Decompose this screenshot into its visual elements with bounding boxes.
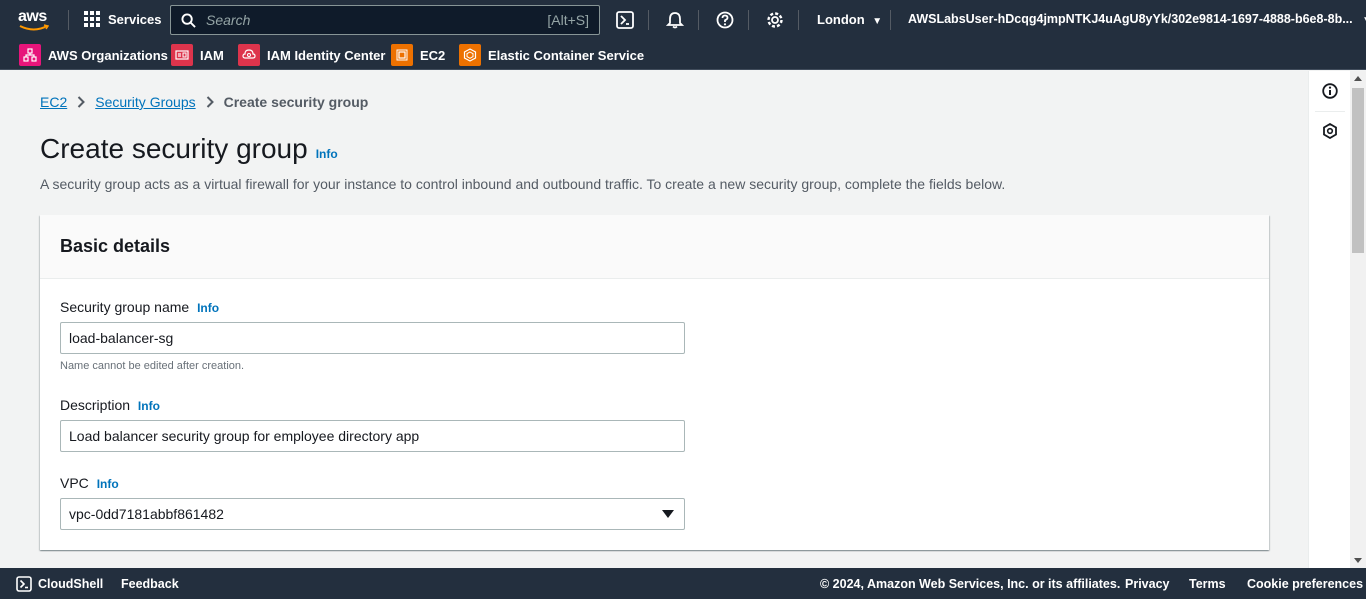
panel-title: Basic details	[60, 236, 171, 256]
field-label-text: VPC	[60, 475, 89, 491]
favorite-iam[interactable]: IAM	[171, 43, 224, 67]
region-label: London	[817, 12, 865, 27]
favorite-iam-identity-center[interactable]: IAM Identity Center	[238, 43, 385, 67]
description-input[interactable]: Load balancer security group for employe…	[60, 420, 685, 452]
favorite-label: Elastic Container Service	[488, 47, 645, 63]
copyright-text: © 2024, Amazon Web Services, Inc. or its…	[820, 577, 1121, 591]
favorites-bar: AWS Organizations IAM IAM Identity Cente…	[0, 40, 1366, 70]
input-value: load-balancer-sg	[69, 330, 174, 346]
nav-divider	[748, 10, 749, 30]
info-icon[interactable]	[1320, 81, 1340, 101]
cloudshell-icon	[16, 576, 32, 592]
scroll-down-arrow[interactable]	[1354, 558, 1362, 563]
caret-down-icon	[662, 510, 674, 518]
scrollbar-thumb[interactable]	[1352, 88, 1364, 253]
input-value: Load balancer security group for employe…	[69, 428, 420, 444]
bell-icon[interactable]	[665, 10, 685, 30]
name-constraint-text: Name cannot be edited after creation.	[60, 360, 245, 372]
field-label-text: Security group name	[60, 299, 190, 315]
ecs-icon	[459, 44, 481, 66]
panel-header: Basic details	[40, 215, 1269, 279]
help-icon[interactable]	[715, 10, 735, 30]
cloudshell-label: CloudShell	[38, 577, 104, 591]
favorite-elastic-container-service[interactable]: Elastic Container Service	[459, 43, 644, 67]
vpc-select[interactable]: vpc-0dd7181abbf861482	[60, 498, 685, 530]
divider	[1315, 111, 1345, 112]
nav-divider	[798, 10, 799, 30]
page-info-link[interactable]: Info	[316, 147, 338, 161]
favorite-label: IAM Identity Center	[267, 47, 386, 63]
favorite-label: EC2	[420, 47, 446, 63]
nav-divider	[648, 10, 649, 30]
region-selector[interactable]: London ▼	[817, 12, 882, 27]
basic-details-panel: Basic details Security group name Info l…	[40, 215, 1269, 550]
grid-icon	[84, 11, 100, 27]
search-bar[interactable]: [Alt+S]	[170, 5, 600, 35]
security-hub-icon[interactable]	[1320, 121, 1340, 141]
breadcrumb: EC2 Security Groups Create security grou…	[40, 94, 368, 110]
terms-link[interactable]: Terms	[1189, 577, 1226, 591]
organizations-icon	[19, 44, 41, 66]
aws-logo[interactable]: aws	[18, 8, 52, 32]
field-label-text: Description	[60, 397, 131, 413]
cloudshell-button[interactable]: CloudShell	[16, 576, 103, 592]
ec2-icon	[391, 44, 413, 66]
caret-down-icon: ▼	[1362, 15, 1366, 26]
description-info-link[interactable]: Info	[138, 399, 160, 413]
search-icon	[181, 12, 196, 28]
account-label: AWSLabsUser-hDcqg4jmpNTKJ4uAgU8yYk/302e9…	[908, 12, 1353, 26]
search-shortcut: [Alt+S]	[547, 12, 589, 28]
nav-divider	[890, 10, 891, 30]
security-group-name-input[interactable]: load-balancer-sg	[60, 322, 685, 354]
cookie-preferences-link[interactable]: Cookie preferences	[1247, 577, 1363, 591]
nav-divider	[68, 10, 69, 30]
aws-smile-icon	[19, 24, 49, 31]
select-value: vpc-0dd7181abbf861482	[69, 506, 224, 522]
top-navigation: aws Services [Alt+S] London ▼ AWSLabsUse…	[0, 0, 1366, 40]
services-label: Services	[108, 11, 162, 27]
favorite-ec2[interactable]: EC2	[391, 43, 445, 67]
page-title: Create security group	[40, 133, 308, 164]
iam-icon	[171, 44, 193, 66]
cloudshell-icon[interactable]	[615, 10, 635, 30]
account-menu[interactable]: AWSLabsUser-hDcqg4jmpNTKJ4uAgU8yYk/302e9…	[908, 12, 1366, 26]
privacy-link[interactable]: Privacy	[1125, 577, 1169, 591]
gear-icon[interactable]	[765, 10, 785, 30]
page-description: A security group acts as a virtual firew…	[40, 176, 1006, 192]
nav-divider	[698, 10, 699, 30]
caret-down-icon: ▼	[872, 16, 883, 27]
search-input[interactable]	[206, 12, 548, 28]
favorite-label: AWS Organizations	[48, 47, 168, 63]
services-menu-button[interactable]: Services	[84, 11, 162, 27]
scroll-up-arrow[interactable]	[1354, 76, 1362, 81]
name-info-link[interactable]: Info	[197, 301, 219, 315]
breadcrumb-current: Create security group	[223, 94, 369, 110]
vertical-scrollbar[interactable]	[1350, 71, 1366, 568]
vpc-label: VPC Info	[60, 475, 119, 491]
description-label: Description Info	[60, 397, 160, 413]
footer: CloudShell Feedback © 2024, Amazon Web S…	[0, 568, 1366, 599]
main-content: EC2 Security Groups Create security grou…	[0, 71, 1308, 568]
tools-panel-strip	[1308, 71, 1350, 568]
page-header: Create security group Info	[40, 133, 338, 165]
breadcrumb-ec2-link[interactable]: EC2	[40, 94, 67, 110]
chevron-right-icon	[206, 96, 214, 108]
chevron-right-icon	[77, 96, 86, 108]
identity-center-icon	[238, 44, 260, 66]
vpc-info-link[interactable]: Info	[97, 477, 119, 491]
favorite-aws-organizations[interactable]: AWS Organizations	[19, 43, 168, 67]
favorite-label: IAM	[200, 47, 224, 63]
security-group-name-label: Security group name Info	[60, 299, 219, 315]
breadcrumb-security-groups-link[interactable]: Security Groups	[95, 94, 195, 110]
feedback-link[interactable]: Feedback	[121, 577, 179, 591]
